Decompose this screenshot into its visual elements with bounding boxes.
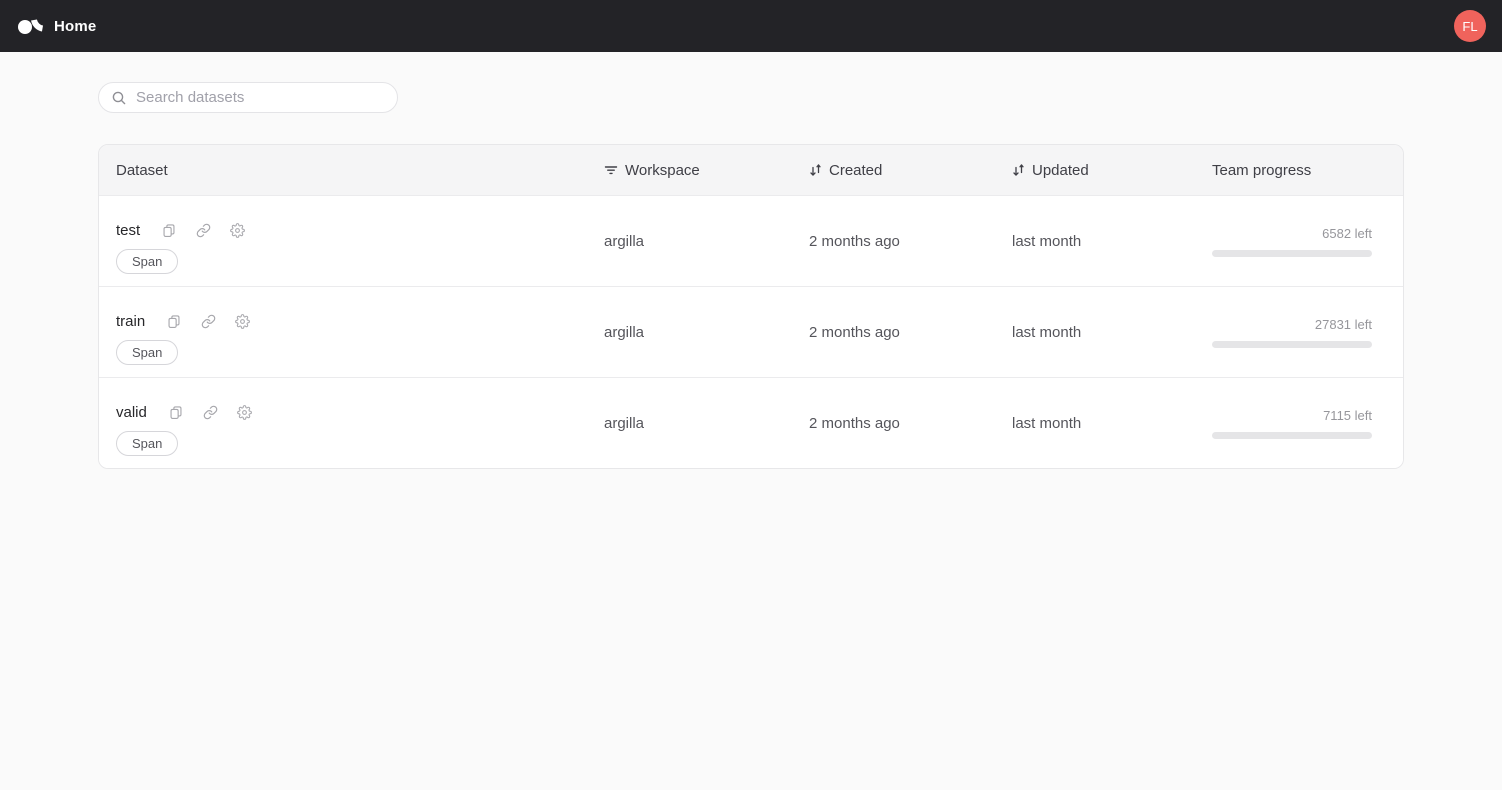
column-header-team-progress: Team progress [1212, 162, 1403, 179]
copy-link-icon[interactable] [201, 311, 225, 331]
progress-bar [1212, 341, 1372, 348]
column-header-dataset: Dataset [99, 162, 604, 179]
table-row[interactable]: valid [99, 377, 1403, 468]
column-header-workspace[interactable]: Workspace [604, 162, 809, 179]
table-row[interactable]: train [99, 286, 1403, 377]
dataset-name-link[interactable]: test [116, 222, 140, 239]
settings-gear-icon[interactable] [235, 311, 259, 331]
filter-icon [604, 163, 618, 177]
copy-link-icon[interactable] [203, 402, 227, 422]
copy-link-icon[interactable] [196, 220, 220, 240]
search-icon [111, 90, 127, 106]
progress-bar [1212, 432, 1372, 439]
dataset-name-link[interactable]: train [116, 313, 145, 330]
table-row[interactable]: test [99, 195, 1403, 286]
team-progress-cell: 6582 left [1212, 226, 1403, 257]
team-progress-cell: 27831 left [1212, 317, 1403, 348]
copy-name-icon[interactable] [167, 311, 191, 331]
argilla-logo-icon [16, 11, 50, 41]
created-cell: 2 months ago [809, 324, 1012, 341]
workspace-cell: argilla [604, 233, 809, 250]
dataset-name-link[interactable]: valid [116, 404, 147, 421]
team-progress-cell: 7115 left [1212, 408, 1403, 439]
settings-gear-icon[interactable] [230, 220, 254, 240]
column-header-updated[interactable]: Updated [1012, 162, 1212, 179]
updated-cell: last month [1012, 324, 1212, 341]
sort-icon [809, 163, 822, 177]
table-header-row: Dataset Workspace Created [99, 145, 1403, 195]
records-left-label: 27831 left [1315, 317, 1372, 332]
created-cell: 2 months ago [809, 415, 1012, 432]
copy-name-icon[interactable] [169, 402, 193, 422]
records-left-label: 6582 left [1322, 226, 1372, 241]
search-input[interactable] [136, 89, 385, 106]
settings-gear-icon[interactable] [237, 402, 261, 422]
topbar: Home FL [0, 0, 1502, 52]
sort-icon [1012, 163, 1025, 177]
datasets-table: Dataset Workspace Created [98, 144, 1404, 469]
task-type-badge: Span [116, 249, 178, 274]
task-type-badge: Span [116, 431, 178, 456]
progress-bar [1212, 250, 1372, 257]
workspace-cell: argilla [604, 415, 809, 432]
column-header-created[interactable]: Created [809, 162, 1012, 179]
updated-cell: last month [1012, 233, 1212, 250]
copy-name-icon[interactable] [162, 220, 186, 240]
created-cell: 2 months ago [809, 233, 1012, 250]
task-type-badge: Span [116, 340, 178, 365]
workspace-cell: argilla [604, 324, 809, 341]
user-avatar[interactable]: FL [1454, 10, 1486, 42]
search-box[interactable] [98, 82, 398, 113]
updated-cell: last month [1012, 415, 1212, 432]
main-content: Dataset Workspace Created [0, 52, 1502, 469]
page-title: Home [54, 18, 96, 35]
records-left-label: 7115 left [1323, 408, 1372, 423]
